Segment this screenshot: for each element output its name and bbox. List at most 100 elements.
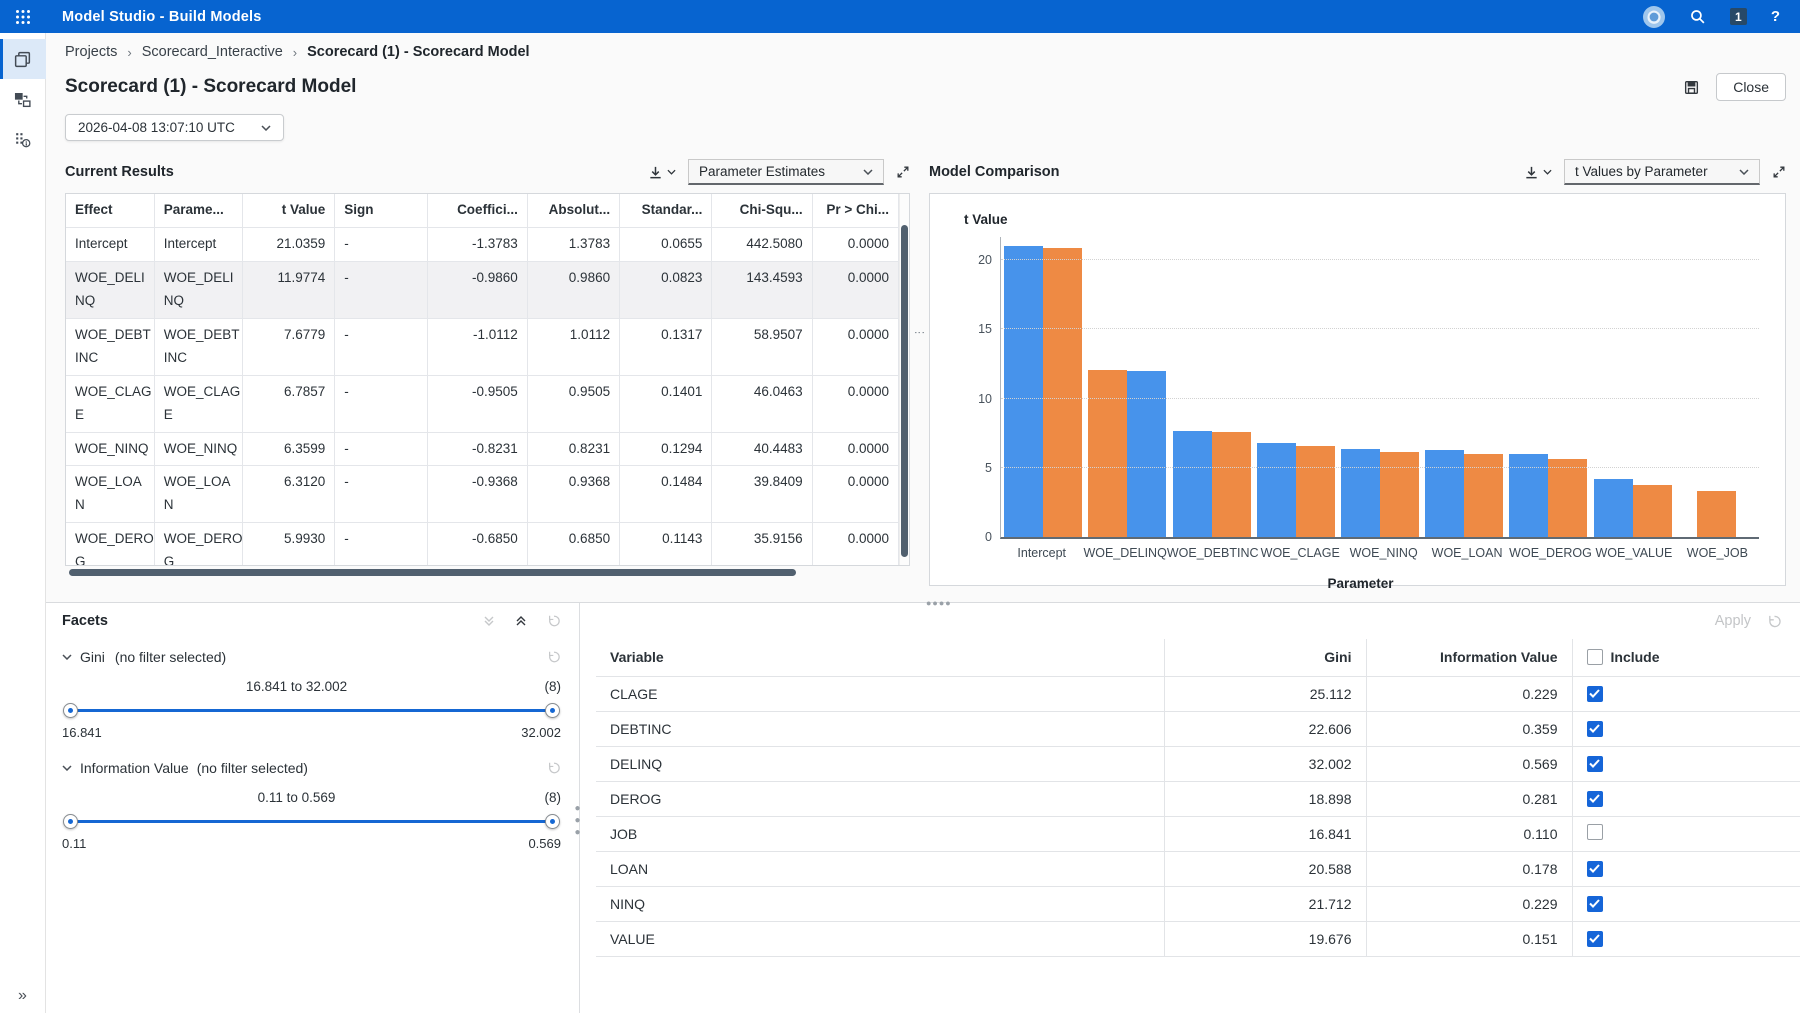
bar-group-WOE_LOAN[interactable] bbox=[1422, 450, 1506, 537]
column-header[interactable]: Chi-Squ... bbox=[712, 194, 812, 227]
slider-handle-min[interactable] bbox=[63, 814, 78, 829]
notifications-badge[interactable]: 1 bbox=[1730, 8, 1747, 25]
help-icon[interactable]: ? bbox=[1771, 8, 1780, 25]
bar-series-blue[interactable] bbox=[1127, 371, 1166, 537]
slider-handle-max[interactable] bbox=[545, 814, 560, 829]
include-checkbox[interactable] bbox=[1587, 721, 1603, 737]
search-icon[interactable] bbox=[1689, 8, 1706, 25]
close-button[interactable]: Close bbox=[1716, 73, 1786, 101]
column-header[interactable]: Sign bbox=[335, 194, 427, 227]
timestamp-dropdown[interactable]: 2026-04-08 13:07:10 UTC bbox=[65, 114, 284, 141]
collapse-all-icon[interactable] bbox=[515, 615, 527, 627]
reset-icon[interactable] bbox=[547, 761, 561, 775]
bar-series-orange[interactable] bbox=[1088, 370, 1127, 537]
horizontal-splitter-handle[interactable]: ●●●● bbox=[926, 598, 952, 608]
slider-handle-max[interactable] bbox=[545, 703, 560, 718]
table-row[interactable]: WOE_DELINQWOE_DELINQ11.9774--0.98600.986… bbox=[66, 261, 899, 318]
bar-series-orange[interactable] bbox=[1380, 452, 1419, 537]
include-checkbox[interactable] bbox=[1587, 861, 1603, 877]
table-row[interactable]: WOE_DEROGWOE_DEROG5.9930--0.68500.68500.… bbox=[66, 523, 899, 566]
panel-splitter[interactable]: ⋮ bbox=[910, 157, 929, 586]
expand-icon[interactable] bbox=[1772, 165, 1786, 179]
table-row[interactable]: WOE_CLAGEWOE_CLAGE6.7857--0.95050.95050.… bbox=[66, 375, 899, 432]
column-header[interactable]: Absolut... bbox=[527, 194, 619, 227]
bar-group-WOE_DEBTINC[interactable] bbox=[1169, 431, 1253, 537]
save-icon[interactable] bbox=[1683, 79, 1700, 96]
reset-icon[interactable] bbox=[547, 650, 561, 664]
column-header[interactable]: Coeffici... bbox=[427, 194, 527, 227]
bar-group-WOE_JOB[interactable] bbox=[1675, 491, 1759, 537]
vertical-splitter-handle[interactable]: ●●● bbox=[572, 803, 583, 839]
table-row[interactable]: CLAGE25.1120.229 bbox=[596, 676, 1800, 711]
include-checkbox[interactable] bbox=[1587, 756, 1603, 772]
bar-series-blue[interactable] bbox=[1004, 246, 1043, 537]
expand-icon[interactable] bbox=[896, 165, 910, 179]
breadcrumb-projects[interactable]: Projects bbox=[65, 44, 117, 60]
table-row[interactable]: WOE_LOANWOE_LOAN6.3120--0.93680.93680.14… bbox=[66, 466, 899, 523]
bar-group-WOE_VALUE[interactable] bbox=[1591, 479, 1675, 537]
results-view-select[interactable]: Parameter Estimates bbox=[688, 159, 884, 185]
table-row[interactable]: InterceptIntercept21.0359--1.37831.37830… bbox=[66, 227, 899, 261]
bar-series-orange[interactable] bbox=[1548, 459, 1587, 537]
bar-series-orange[interactable] bbox=[1296, 446, 1335, 537]
bar-group-WOE_NINQ[interactable] bbox=[1338, 449, 1422, 537]
bar-group-Intercept[interactable] bbox=[1001, 246, 1085, 537]
breadcrumb-project[interactable]: Scorecard_Interactive bbox=[142, 44, 283, 60]
sidebar-item-data[interactable] bbox=[0, 119, 46, 159]
slider-track[interactable] bbox=[70, 709, 553, 712]
chart-view-select[interactable]: t Values by Parameter bbox=[1564, 159, 1760, 185]
chevron-down-icon[interactable] bbox=[62, 654, 72, 660]
bar-series-orange[interactable] bbox=[1697, 491, 1736, 537]
include-checkbox[interactable] bbox=[1587, 791, 1603, 807]
sidebar-item-pipeline[interactable] bbox=[0, 79, 46, 119]
include-all-checkbox[interactable] bbox=[1587, 649, 1603, 665]
table-row[interactable]: JOB16.8410.110 bbox=[596, 816, 1800, 851]
table-row[interactable]: DEBTINC22.6060.359 bbox=[596, 711, 1800, 746]
splitter-handle-icon[interactable]: ⋮ bbox=[913, 327, 926, 339]
download-icon[interactable] bbox=[648, 165, 676, 180]
slider-track[interactable] bbox=[70, 820, 553, 823]
col-gini[interactable]: Gini bbox=[1164, 639, 1366, 676]
table-row[interactable]: WOE_NINQWOE_NINQ6.3599--0.82310.82310.12… bbox=[66, 432, 899, 466]
col-information-value[interactable]: Information Value bbox=[1366, 639, 1572, 676]
avatar[interactable] bbox=[1643, 6, 1665, 28]
sidebar-item-models[interactable] bbox=[0, 39, 46, 79]
table-row[interactable]: LOAN20.5880.178 bbox=[596, 851, 1800, 886]
table-row[interactable]: DELINQ32.0020.569 bbox=[596, 746, 1800, 781]
table-row[interactable]: DEROG18.8980.281 bbox=[596, 781, 1800, 816]
include-checkbox[interactable] bbox=[1587, 931, 1603, 947]
column-header[interactable]: Standar... bbox=[620, 194, 712, 227]
download-icon[interactable] bbox=[1524, 165, 1552, 180]
bar-group-WOE_DELINQ[interactable] bbox=[1085, 370, 1169, 537]
reset-icon[interactable] bbox=[1767, 614, 1782, 629]
include-checkbox[interactable] bbox=[1587, 824, 1603, 840]
bar-series-blue[interactable] bbox=[1341, 449, 1380, 537]
column-header[interactable]: Parame... bbox=[154, 194, 242, 227]
table-row[interactable]: VALUE19.6760.151 bbox=[596, 921, 1800, 956]
column-header[interactable]: Pr > Chi... bbox=[812, 194, 898, 227]
reset-icon[interactable] bbox=[547, 614, 561, 628]
include-checkbox[interactable] bbox=[1587, 896, 1603, 912]
expand-all-icon[interactable] bbox=[483, 615, 495, 627]
bar-series-blue[interactable] bbox=[1257, 443, 1296, 537]
bar-series-blue[interactable] bbox=[1173, 431, 1212, 537]
column-header[interactable]: t Value bbox=[243, 194, 335, 227]
include-checkbox[interactable] bbox=[1587, 686, 1603, 702]
bar-series-orange[interactable] bbox=[1633, 485, 1672, 537]
vertical-scrollbar[interactable] bbox=[899, 194, 909, 565]
bar-group-WOE_CLAGE[interactable] bbox=[1254, 443, 1338, 537]
bar-series-blue[interactable] bbox=[1425, 450, 1464, 537]
col-variable[interactable]: Variable bbox=[596, 639, 1164, 676]
horizontal-scrollbar[interactable] bbox=[65, 569, 910, 577]
column-header[interactable]: Effect bbox=[66, 194, 154, 227]
slider-handle-min[interactable] bbox=[63, 703, 78, 718]
table-row[interactable]: WOE_DEBTINCWOE_DEBTINC7.6779--1.01121.01… bbox=[66, 318, 899, 375]
apply-button[interactable]: Apply bbox=[1715, 613, 1751, 629]
bar-series-orange[interactable] bbox=[1212, 432, 1251, 537]
chevron-down-icon[interactable] bbox=[62, 765, 72, 771]
app-switcher-icon[interactable] bbox=[0, 9, 46, 25]
sidebar-expand-icon[interactable]: » bbox=[0, 987, 46, 1005]
bar-series-orange[interactable] bbox=[1043, 248, 1082, 537]
table-row[interactable]: NINQ21.7120.229 bbox=[596, 886, 1800, 921]
bar-series-blue[interactable] bbox=[1594, 479, 1633, 537]
